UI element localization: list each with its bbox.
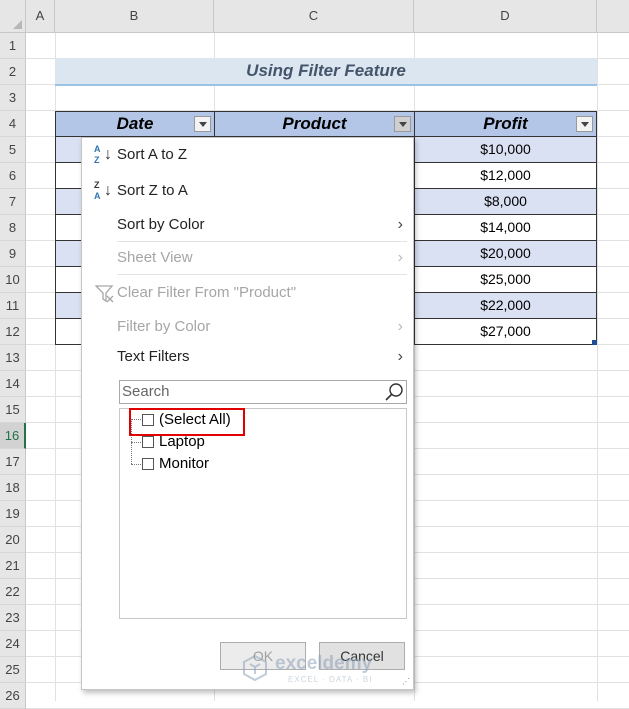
sort-a-to-z-icon: A Z ↓ [94, 144, 112, 165]
chevron-right-icon: › [397, 249, 403, 266]
filter-dropdown-date[interactable] [194, 116, 211, 132]
row-header-16[interactable]: 16 [0, 423, 26, 449]
menu-separator [117, 241, 407, 242]
row-header-5[interactable]: 5 [0, 137, 26, 163]
watermark-tagline: EXCEL · DATA · BI [288, 675, 373, 684]
column-header-bar: A B C D [0, 0, 629, 33]
row-header-15[interactable]: 15 [0, 397, 26, 423]
chevron-right-icon: › [397, 216, 403, 233]
text-filters-item[interactable]: Text Filters › [82, 342, 413, 372]
header-profit-label: Profit [483, 114, 528, 133]
sort-a-to-z-label: Sort A to Z [117, 146, 188, 163]
search-placeholder: Search [122, 383, 170, 400]
text-filters-label: Text Filters [117, 348, 190, 365]
clear-filter-icon [94, 284, 115, 315]
header-profit: Profit [414, 111, 597, 137]
row-header-24[interactable]: 24 [0, 631, 26, 657]
clear-filter-label: Clear Filter From "Product" [117, 284, 297, 301]
laptop-checkbox[interactable] [142, 436, 154, 448]
watermark-name: exceldemy [275, 653, 373, 674]
tree-line [131, 442, 141, 444]
profit-cell[interactable]: $22,000 [414, 293, 597, 319]
row-header-6[interactable]: 6 [0, 163, 26, 189]
row-header-9[interactable]: 9 [0, 241, 26, 267]
exceldemy-watermark: exceldemy EXCEL · DATA · BI [243, 653, 393, 687]
row-header-23[interactable]: 23 [0, 605, 26, 631]
resize-grip-icon[interactable]: ⋰ [402, 678, 410, 686]
header-product-label: Product [282, 114, 347, 133]
profit-cell[interactable]: $10,000 [414, 137, 597, 163]
row-header-18[interactable]: 18 [0, 475, 26, 501]
row-header-3[interactable]: 3 [0, 85, 26, 111]
row-header-8[interactable]: 8 [0, 215, 26, 241]
sort-z-to-a-label: Sort Z to A [117, 182, 188, 199]
row-header-1[interactable]: 1 [0, 33, 26, 59]
sort-by-color-label: Sort by Color [117, 216, 205, 233]
header-date: Date [55, 111, 215, 137]
gridline [597, 33, 598, 701]
profit-cell[interactable]: $14,000 [414, 215, 597, 241]
filter-dropdown-product[interactable] [394, 116, 411, 132]
profit-cell[interactable]: $20,000 [414, 241, 597, 267]
chevron-right-icon: › [397, 318, 403, 335]
sort-by-color-item[interactable]: Sort by Color › [82, 210, 413, 240]
profit-cell[interactable]: $12,000 [414, 163, 597, 189]
value-list: (Select All) Laptop Monitor [119, 408, 407, 619]
row-header-11[interactable]: 11 [0, 293, 26, 319]
row-header-21[interactable]: 21 [0, 553, 26, 579]
row-header-7[interactable]: 7 [0, 189, 26, 215]
row-header-4[interactable]: 4 [0, 111, 26, 137]
search-input[interactable]: Search [119, 380, 407, 404]
row-header-19[interactable]: 19 [0, 501, 26, 527]
filter-by-color-item: Filter by Color › [82, 312, 413, 342]
row-header-25[interactable]: 25 [0, 657, 26, 683]
row-header-17[interactable]: 17 [0, 449, 26, 475]
sheet-view-item: Sheet View › [82, 243, 413, 273]
column-header-c[interactable]: C [214, 0, 414, 32]
chevron-right-icon: › [397, 348, 403, 365]
row-header-22[interactable]: 22 [0, 579, 26, 605]
sort-a-to-z-item[interactable]: A Z ↓ Sort A to Z [82, 140, 413, 170]
fill-handle[interactable] [592, 340, 597, 345]
row-header-2[interactable]: 2 [0, 59, 26, 85]
column-header-d[interactable]: D [414, 0, 597, 32]
clear-filter-item: Clear Filter From "Product" [82, 278, 413, 308]
sheet-view-label: Sheet View [117, 249, 193, 266]
list-item-label: Monitor [159, 455, 210, 472]
sort-z-to-a-icon: Z A ↓ [94, 180, 112, 201]
filter-dropdown-profit[interactable] [576, 116, 593, 132]
column-header-b[interactable]: B [55, 0, 214, 32]
profit-cell[interactable]: $8,000 [414, 189, 597, 215]
row-header-12[interactable]: 12 [0, 319, 26, 345]
row-header-13[interactable]: 13 [0, 345, 26, 371]
row-header-10[interactable]: 10 [0, 267, 26, 293]
sheet-title: Using Filter Feature [55, 58, 597, 86]
header-date-label: Date [116, 114, 154, 133]
column-header-a[interactable]: A [26, 0, 55, 32]
header-product: Product [214, 111, 415, 137]
monitor-checkbox[interactable] [142, 458, 154, 470]
profit-cell[interactable]: $27,000 [414, 319, 597, 345]
exceldemy-logo [243, 655, 267, 681]
sort-z-to-a-item[interactable]: Z A ↓ Sort Z to A [82, 176, 413, 206]
filter-by-color-label: Filter by Color [117, 318, 211, 335]
row-header-14[interactable]: 14 [0, 371, 26, 397]
row-header-26[interactable]: 26 [0, 683, 26, 709]
row-header-20[interactable]: 20 [0, 527, 26, 553]
select-all-corner[interactable] [0, 0, 26, 32]
select-all-highlight-box [129, 408, 245, 436]
menu-separator [117, 274, 407, 275]
filter-dropdown-menu: A Z ↓ Sort A to Z Z A ↓ Sort Z to A Sort by … [81, 137, 414, 690]
tree-line [131, 464, 141, 466]
profit-cell[interactable]: $25,000 [414, 267, 597, 293]
search-icon [384, 382, 404, 409]
